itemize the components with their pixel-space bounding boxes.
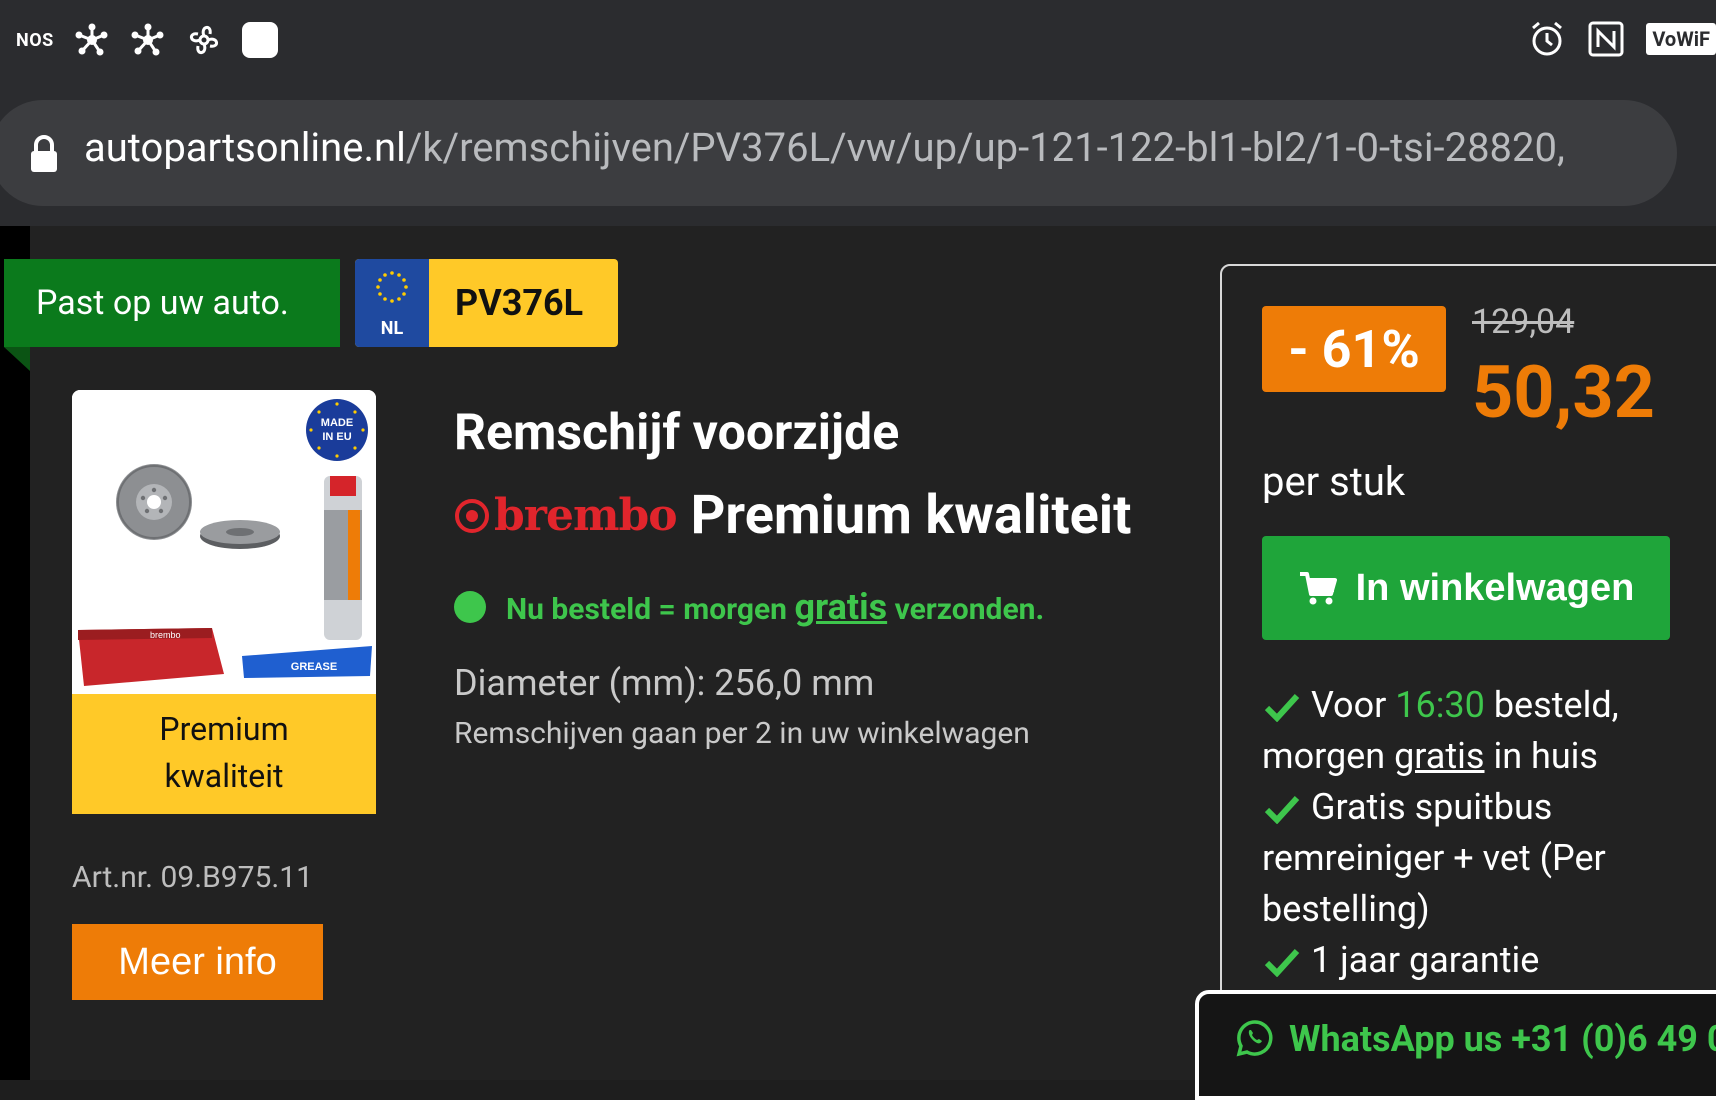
usp2-text: Gratis spuitbus remreiniger + vet (Per b… [1262,786,1606,930]
article-number: Art.nr. 09.B975.11 [72,860,314,895]
add-to-cart-button[interactable]: In winkelwagen [1262,536,1670,640]
address-bar[interactable]: autopartsonline.nl/k/remschijven/PV376L/… [0,100,1677,206]
whatsapp-label: WhatsApp us +31 (0)6 49 0 [1289,1018,1716,1060]
new-price: 50,32 [1472,350,1655,435]
svg-text:brembo: brembo [150,630,181,640]
check-icon [1264,949,1300,978]
usp1-text-c: in huis [1493,735,1599,777]
url-text[interactable]: autopartsonline.nl/k/remschijven/PV376L/… [84,124,1565,171]
fit-badge-label: Past op uw auto. [36,283,289,323]
alarm-icon [1532,21,1563,56]
product-photo: MADE IN EU brembo GREASE [78,399,372,686]
old-price: 129,04 [1472,302,1575,342]
svg-text:MADE: MADE [321,417,353,429]
usp3-text: 1 jaar garantie [1310,939,1540,981]
product-card[interactable]: MADE IN EU brembo GREASE Premium kwalite… [72,390,376,814]
stock-dot-icon [454,591,486,623]
ship-gratis-link[interactable]: gratis [794,586,887,628]
license-plate[interactable]: NL PV376L [355,259,618,347]
usp-delivery: Voor 16:30 besteld, morgen gratis in hui… [1262,680,1682,782]
whatsapp-icon [1236,1020,1273,1057]
url-domain: autopartsonline.nl [84,124,406,171]
product-title[interactable]: Remschijf voorzijde [454,404,899,462]
discount-badge: - 61% [1262,306,1446,392]
vowifi-icon: VoWiF [1646,23,1716,55]
fit-badge: Past op uw auto. [4,259,340,347]
carrier-label: NOS [16,29,54,51]
price-unit: per stuk [1262,458,1406,505]
brand-name: brembo [494,490,678,541]
card-label-line1: Premium [159,710,289,748]
eu-stars-icon [376,271,408,303]
plate-number: PV376L [455,282,584,324]
browser-toolbar: autopartsonline.nl/k/remschijven/PV376L/… [0,100,1716,226]
usp-warranty: 1 jaar garantie [1262,935,1682,986]
usp1-text-a: Voor [1310,684,1387,726]
check-icon [1264,694,1300,723]
usp1-time: 16:30 [1395,684,1485,726]
brembo-logo: brembo [454,490,678,541]
app-square-icon [241,22,278,58]
usp1-gratis-link[interactable]: gratis [1394,735,1484,777]
brembo-logo-icon [455,498,489,533]
product-quality: brembo Premium kwaliteit [454,484,1131,547]
cart-icon [1299,572,1337,605]
card-label-line2: kwaliteit [164,757,284,795]
quantity-note: Remschijven gaan per 2 in uw winkelwagen [454,716,1030,751]
ship-pre: Nu besteld = morgen [506,592,788,627]
fit-badge-tail [4,347,30,371]
pinwheel-icon [131,23,164,56]
more-info-button[interactable]: Meer info [72,924,323,1000]
svg-text:GREASE: GREASE [291,661,337,673]
product-image[interactable]: MADE IN EU brembo GREASE [72,390,376,694]
shipping-info: Nu besteld = morgen gratis verzonden. [454,586,1044,628]
add-to-cart-label: In winkelwagen [1355,566,1635,609]
product-card-label: Premium kwaliteit [72,694,376,814]
diameter-spec: Diameter (mm): 256,0 mm [454,662,875,704]
eu-band: NL [355,259,429,347]
plate-country: NL [380,318,404,339]
url-path: /k/remschijven/PV376L/vw/up/up-121-122-b… [405,124,1565,171]
lock-icon[interactable] [28,134,60,174]
vowifi-label: VoWiF [1652,27,1710,51]
status-bar: NOS VoWiF [0,0,1716,100]
quality-label: Premium kwaliteit [690,484,1132,547]
usp-free-cleaner: Gratis spuitbus remreiniger + vet (Per b… [1262,782,1682,935]
whatsapp-button[interactable]: WhatsApp us +31 (0)6 49 0 [1195,990,1716,1100]
usp-list: Voor 16:30 besteld, morgen gratis in hui… [1262,680,1682,986]
fan-icon [189,26,218,54]
pinwheel-icon [75,23,108,56]
check-icon [1264,796,1300,825]
nfc-icon [1588,21,1624,57]
ship-post: verzonden. [894,592,1045,627]
svg-text:IN EU: IN EU [322,431,351,443]
